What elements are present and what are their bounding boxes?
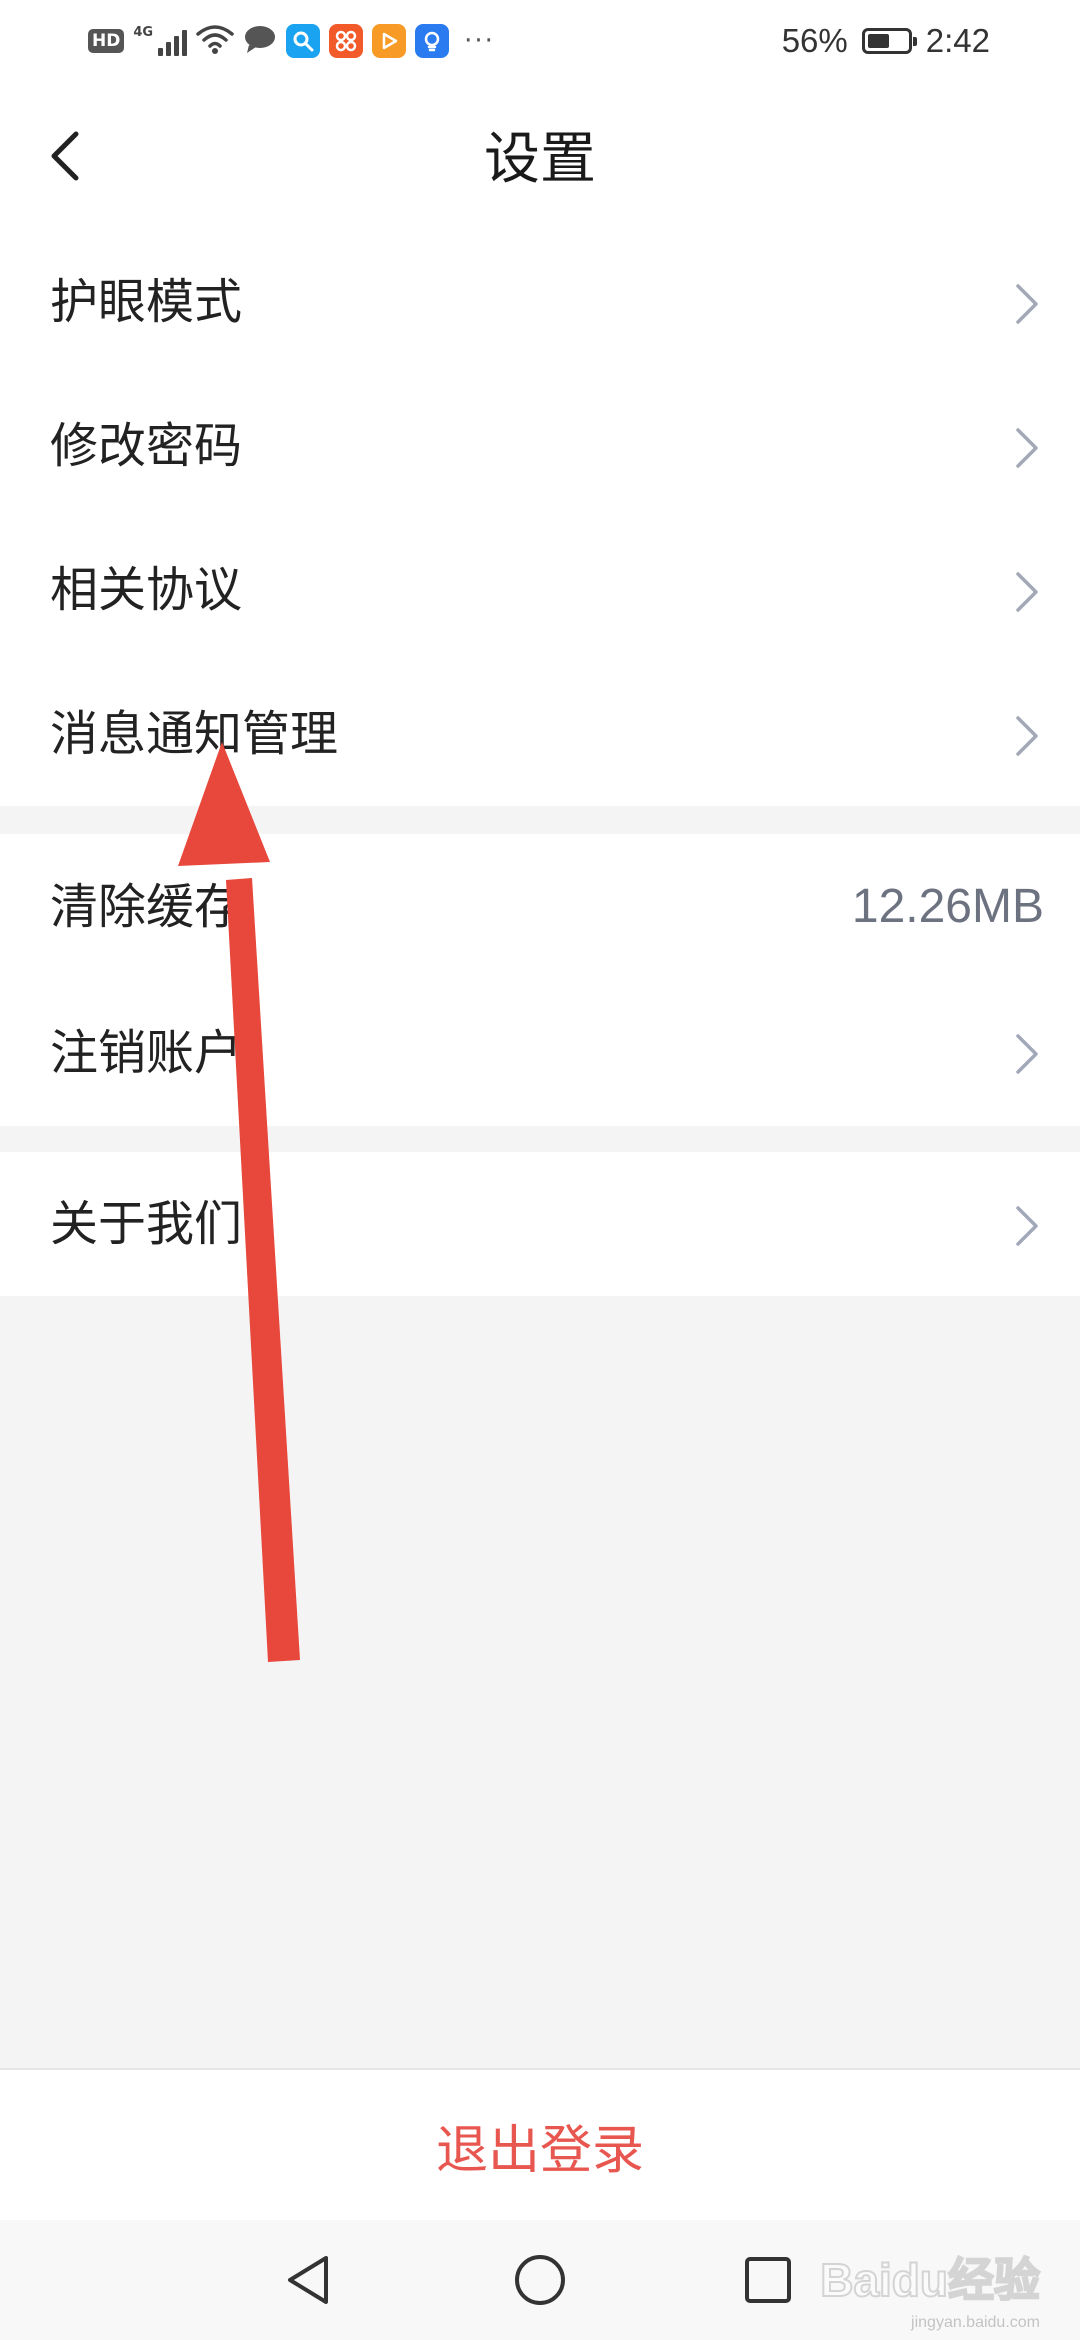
chat-bubble-icon [243,23,277,59]
chevron-right-icon [1016,428,1038,468]
chevron-right-icon [1016,716,1038,756]
page-title: 设置 [484,127,596,192]
row-label: 消息通知管理 [50,706,339,762]
settings-group-1: 护眼模式 修改密码 相关协议 消息通知管理 [0,230,1080,806]
settings-group-2: 清除缓存 12.26MB 注销账户 [0,834,1080,1126]
system-nav-bar: Baidu经验 jingyan.baidu.com [0,2220,1080,2340]
cache-size: 12.26MB [851,880,1044,933]
logout-button[interactable]: 退出登录 [0,2070,1080,2220]
status-bar: HD 4G ··· 56% 2:42 [0,0,1080,82]
chevron-right-icon [1016,1034,1038,1074]
row-label: 关于我们 [50,1196,243,1252]
row-eye-protection[interactable]: 护眼模式 [0,230,1080,374]
status-right: 56% 2:42 [782,18,990,64]
row-notification-management[interactable]: 消息通知管理 [0,662,1080,806]
chevron-right-icon [1016,572,1038,612]
row-label: 相关协议 [50,562,243,618]
chevron-right-icon [1016,1206,1038,1246]
network-type: 4G [133,25,154,40]
clock: 2:42 [925,22,990,59]
logout-area: 退出登录 [0,2068,1080,2220]
row-label: 护眼模式 [50,274,243,330]
circle-home-icon [515,2255,565,2305]
nav-home-button[interactable] [504,2244,576,2316]
nav-back-button[interactable] [272,2244,344,2316]
row-label: 清除缓存 [50,879,243,935]
status-left-icons: HD 4G ··· [88,18,495,64]
grid-app-icon [329,24,364,58]
row-change-password[interactable]: 修改密码 [0,374,1080,518]
row-label: 注销账户 [50,1025,243,1081]
nav-recents-button[interactable] [732,2244,804,2316]
square-recents-icon [745,2257,791,2303]
watermark-text: Baidu经验 [819,2253,1041,2307]
row-delete-account[interactable]: 注销账户 [0,980,1080,1126]
row-label: 修改密码 [50,418,243,474]
battery-percent: 56% [781,22,848,59]
more-notifications-icon: ··· [464,26,495,56]
bulb-app-icon [415,24,450,58]
baidu-watermark: Baidu经验 jingyan.baidu.com [819,2244,1041,2331]
watermark-url: jingyan.baidu.com [911,2314,1040,2331]
settings-group-3: 关于我们 [0,1152,1080,1296]
row-clear-cache[interactable]: 清除缓存 12.26MB [0,834,1080,980]
row-about-us[interactable]: 关于我们 [0,1152,1080,1296]
row-agreements[interactable]: 相关协议 [0,518,1080,662]
battery-icon [861,28,917,54]
hd-badge: HD [88,29,125,53]
play-app-icon [372,24,407,58]
triangle-back-icon [288,2256,328,2304]
signal-icon: 4G [133,25,188,56]
chevron-right-icon [1016,284,1038,324]
header: 设置 [0,82,1080,230]
wifi-icon [196,23,234,59]
search-app-icon [286,24,321,58]
